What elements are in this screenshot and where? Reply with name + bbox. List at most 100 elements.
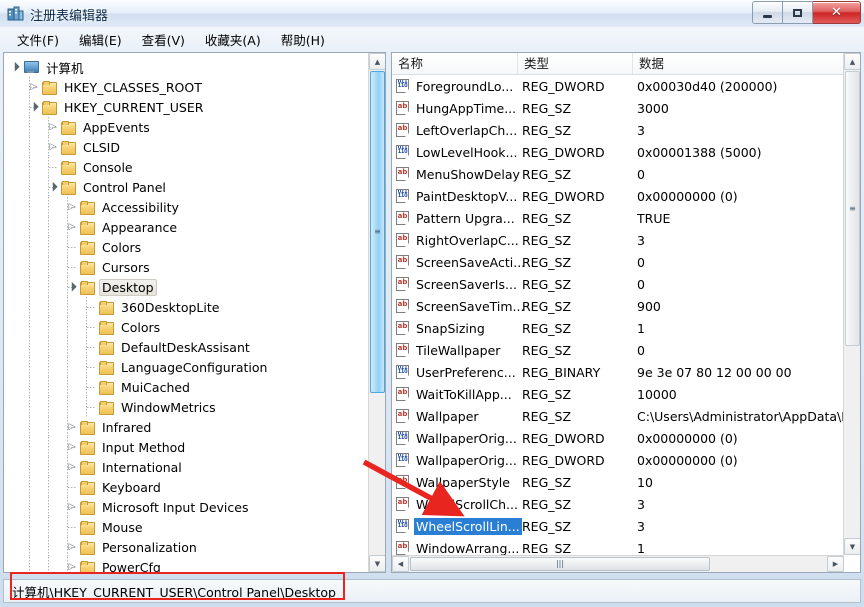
- minimize-icon: [763, 14, 772, 18]
- table-row[interactable]: 011 110 WallpaperOrig... REG_DWORD 0x0000000…: [392, 449, 844, 471]
- folder-icon: [79, 520, 95, 535]
- maximize-button[interactable]: [783, 1, 813, 24]
- table-row[interactable]: ab MenuShowDelay REG_SZ 0: [392, 163, 844, 185]
- values-scroll-right-button[interactable]: ▶: [827, 556, 844, 572]
- values-vertical-scrollbar[interactable]: ▲ ≡ ▼: [843, 53, 860, 555]
- tree-node-console[interactable]: Console: [4, 157, 369, 177]
- table-row[interactable]: ab TileWallpaper REG_SZ 0: [392, 339, 844, 361]
- tree-node-powercfg[interactable]: ▷PowerCfg: [4, 557, 369, 572]
- values-column-headers[interactable]: 名称 类型 数据: [392, 53, 844, 75]
- tree-scroll-thumb[interactable]: ≡: [370, 71, 385, 393]
- menu-item-1[interactable]: 文件(F): [8, 27, 68, 52]
- status-path-text: 计算机\HKEY_CURRENT_USER\Control Panel\Desk…: [12, 584, 336, 600]
- menu-item-2[interactable]: 编辑(E): [70, 27, 131, 52]
- tree-node-clsid[interactable]: ▷CLSID: [4, 137, 369, 157]
- menu-item-5[interactable]: 帮助(H): [272, 27, 334, 52]
- values-scroll-thumb[interactable]: ≡: [845, 71, 860, 346]
- table-row[interactable]: ab Wallpaper REG_SZ C:\Users\Administrator\…: [392, 405, 844, 427]
- tree-node-microsoft-input-devices[interactable]: ▷Microsoft Input Devices: [4, 497, 369, 517]
- tree-node-defaultdeskassisant[interactable]: DefaultDeskAssisant: [4, 337, 369, 357]
- tree-guide-line: [67, 357, 68, 377]
- menu-item-4[interactable]: 收藏夹(A): [196, 27, 270, 52]
- tree-guide-dash: [68, 227, 77, 228]
- folder-icon: [60, 120, 76, 135]
- tree-node-desktop[interactable]: ◢ Desktop: [4, 277, 369, 297]
- values-horizontal-scrollbar[interactable]: ◀ ||| ▶: [392, 555, 844, 572]
- table-row[interactable]: 011 110 PaintDesktopV... REG_DWORD 0x0000000…: [392, 185, 844, 207]
- table-row[interactable]: ab WindowArrang... REG_SZ 1: [392, 537, 844, 555]
- column-header-name[interactable]: 名称: [392, 53, 518, 74]
- minimize-button[interactable]: [752, 1, 783, 24]
- table-row[interactable]: ab HungAppTime... REG_SZ 3000: [392, 97, 844, 119]
- tree-vertical-scrollbar[interactable]: ▲ ≡ ▼: [368, 53, 385, 572]
- tree-node-label: Cursors: [102, 259, 150, 275]
- table-row[interactable]: 011 110 ForegroundLo... REG_DWORD 0x00030d40…: [392, 75, 844, 97]
- table-row[interactable]: ab WallpaperStyle REG_SZ 10: [392, 471, 844, 493]
- tree-node-label: Personalization: [102, 539, 197, 555]
- values-list[interactable]: 011 110 ForegroundLo... REG_DWORD 0x00030d40…: [392, 75, 844, 555]
- value-name-text: ScreenSaveActi...: [416, 254, 526, 270]
- value-name-cell: 011 110 ForegroundLo...: [396, 78, 515, 95]
- table-row[interactable]: ab ScreenSaverIs... REG_SZ 0: [392, 273, 844, 295]
- value-icon-glyph: ab: [397, 101, 408, 110]
- tree-node-appevents[interactable]: ▷AppEvents: [4, 117, 369, 137]
- values-scroll-up-button[interactable]: ▲: [844, 53, 860, 70]
- binary-value-icon: 011 110: [396, 518, 411, 534]
- column-header-type[interactable]: 类型: [518, 53, 633, 74]
- binary-value-icon: 011 110: [396, 364, 411, 380]
- value-name-text: WindowArrang...: [416, 540, 520, 556]
- table-row[interactable]: 011 110 UserPreferenc... REG_BINARY 9e 3e 07…: [392, 361, 844, 383]
- tree-node-colors[interactable]: Colors: [4, 237, 369, 257]
- table-row[interactable]: ab WaitToKillApp... REG_SZ 10000: [392, 383, 844, 405]
- close-button[interactable]: ✕: [813, 1, 861, 24]
- table-row[interactable]: ab LeftOverlapCh... REG_SZ 3: [392, 119, 844, 141]
- tree-node-accessibility[interactable]: ▷Accessibility: [4, 197, 369, 217]
- tree-node-mouse[interactable]: Mouse: [4, 517, 369, 537]
- menu-item-3[interactable]: 查看(V): [133, 27, 194, 52]
- tree-node-input-method[interactable]: ▷Input Method: [4, 437, 369, 457]
- values-hscroll-thumb[interactable]: |||: [410, 557, 710, 571]
- tree-node-cursors[interactable]: Cursors: [4, 257, 369, 277]
- table-row[interactable]: ab RightOverlapC... REG_SZ 3: [392, 229, 844, 251]
- table-row[interactable]: ab WheelScrollCh... REG_SZ 3: [392, 493, 844, 515]
- registry-tree[interactable]: ◢计算机▷HKEY_CLASSES_ROOT◢HKEY_CURRENT_USER…: [4, 53, 369, 572]
- table-row[interactable]: ab SnapSizing REG_SZ 1: [392, 317, 844, 339]
- tree-node-languageconfiguration[interactable]: LanguageConfiguration: [4, 357, 369, 377]
- tree-node-muicached[interactable]: MuiCached: [4, 377, 369, 397]
- tree-scroll-down-button[interactable]: ▼: [369, 555, 385, 572]
- tree-node-international[interactable]: ▷International: [4, 457, 369, 477]
- value-name-text: LeftOverlapCh...: [416, 122, 518, 138]
- string-value-icon: ab: [396, 298, 411, 314]
- folder-icon: [79, 440, 95, 455]
- tree-node-colors[interactable]: Colors: [4, 317, 369, 337]
- tree-node-personalization[interactable]: ▷Personalization: [4, 537, 369, 557]
- tree-node-appearance[interactable]: ▷Appearance: [4, 217, 369, 237]
- value-name-cell: ab ScreenSaveTim...: [396, 298, 526, 315]
- tree-node-360desktoplite[interactable]: 360DesktopLite: [4, 297, 369, 317]
- tree-node--[interactable]: ◢ 计算机: [4, 57, 369, 77]
- string-value-icon: ab: [396, 210, 411, 226]
- string-value-icon: ab: [396, 166, 411, 182]
- column-header-data[interactable]: 数据: [633, 53, 844, 74]
- tree-scroll-up-button[interactable]: ▲: [369, 53, 385, 70]
- tree-node-hkey-current-user[interactable]: ◢ HKEY_CURRENT_USER: [4, 97, 369, 117]
- table-row[interactable]: ab ScreenSaveTim... REG_SZ 900: [392, 295, 844, 317]
- tree-node-control-panel[interactable]: ◢ Control Panel: [4, 177, 369, 197]
- tree-node-hkey-classes-root[interactable]: ▷HKEY_CLASSES_ROOT: [4, 77, 369, 97]
- tree-node-keyboard[interactable]: Keyboard: [4, 477, 369, 497]
- tree-node-infrared[interactable]: ▷Infrared: [4, 417, 369, 437]
- menu-bar: 文件(F) 编辑(E) 查看(V) 收藏夹(A) 帮助(H): [0, 27, 864, 52]
- values-scroll-down-button[interactable]: ▼: [844, 538, 860, 555]
- tree-guide-dash: [68, 547, 77, 548]
- value-data-cell: 0x00030d40 (200000): [637, 78, 778, 94]
- table-row[interactable]: 011 110 LowLevelHook... REG_DWORD 0x00001388…: [392, 141, 844, 163]
- tree-node-windowmetrics[interactable]: WindowMetrics: [4, 397, 369, 417]
- table-row[interactable]: 011 110 WallpaperOrig... REG_DWORD 0x0000000…: [392, 427, 844, 449]
- table-row[interactable]: ab Pattern Upgra... REG_SZ TRUE: [392, 207, 844, 229]
- tree-guide-line: [29, 277, 30, 297]
- values-scroll-left-button[interactable]: ◀: [392, 556, 409, 572]
- table-row[interactable]: ab ScreenSaveActi... REG_SZ 0: [392, 251, 844, 273]
- table-row[interactable]: 011 110 WheelScrollLin... REG_SZ 3: [392, 515, 844, 537]
- folder-icon: [98, 320, 114, 335]
- value-data-cell: 10: [637, 474, 653, 490]
